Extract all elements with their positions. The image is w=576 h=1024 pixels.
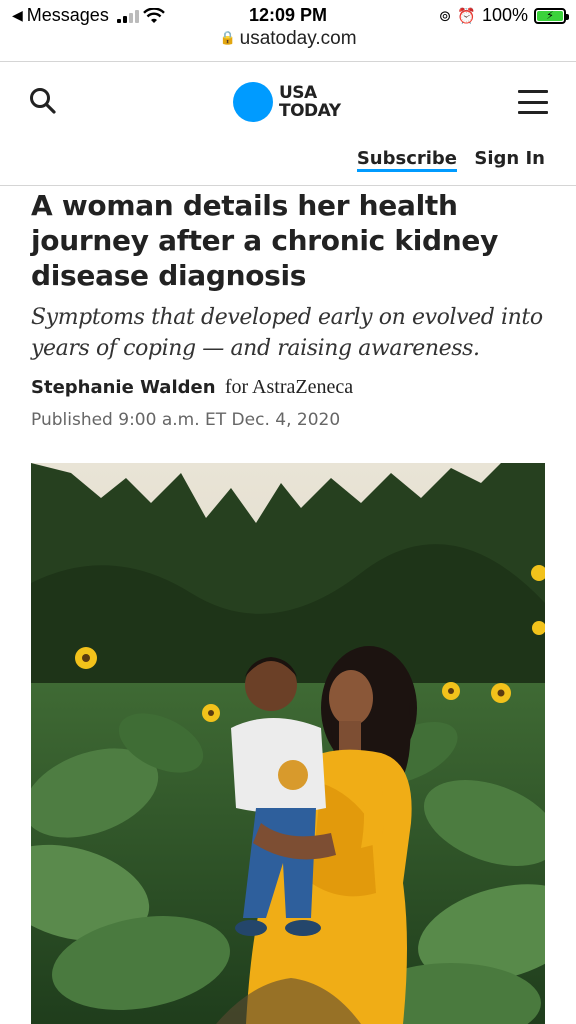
charging-bolt-icon: ⚡ xyxy=(537,10,563,22)
hamburger-menu-icon[interactable] xyxy=(518,90,548,114)
search-icon xyxy=(30,88,56,114)
battery-icon: ⚡ xyxy=(534,7,569,24)
published-date: Published 9:00 a.m. ET Dec. 4, 2020 xyxy=(31,410,341,430)
article-dek: Symptoms that developed early on evolved… xyxy=(31,305,543,361)
search-button[interactable] xyxy=(28,86,62,120)
rotation-lock-icon: ⊚ xyxy=(438,7,452,25)
site-header: USA TODAY Subscribe Sign In xyxy=(0,62,576,186)
sign-in-link[interactable]: Sign In xyxy=(474,148,545,169)
address-bar[interactable]: 🔒 usatoday.com xyxy=(0,28,576,60)
byline: Stephanie Walden for AstraZeneca xyxy=(31,376,353,399)
logo-circle xyxy=(233,82,273,122)
lock-icon: 🔒 xyxy=(219,30,236,45)
article-hero-photo xyxy=(31,463,545,1024)
logo-line-2: TODAY xyxy=(279,101,341,121)
subscribe-link[interactable]: Subscribe xyxy=(356,148,457,172)
article-headline: A woman details her health journey after… xyxy=(31,189,499,292)
hero-photo-illustration xyxy=(31,463,545,1024)
logo-wordmark: USA TODAY xyxy=(279,84,341,120)
logo-line-1: USA xyxy=(279,83,317,103)
header-divider xyxy=(0,185,576,186)
alarm-icon: ⏰ xyxy=(457,7,476,25)
sponsor-label: for AstraZeneca xyxy=(224,376,354,398)
battery-percent: 100% xyxy=(481,5,528,25)
status-bar: ◀ Messages 12:09 PM ⊚ ⏰ 100% ⚡ xyxy=(0,0,576,30)
status-right: ⊚ ⏰ 100% ⚡ xyxy=(438,5,569,26)
usa-today-logo[interactable]: USA TODAY xyxy=(233,82,341,122)
url-domain: usatoday.com xyxy=(239,28,357,49)
author-name[interactable]: Stephanie Walden xyxy=(31,377,216,398)
